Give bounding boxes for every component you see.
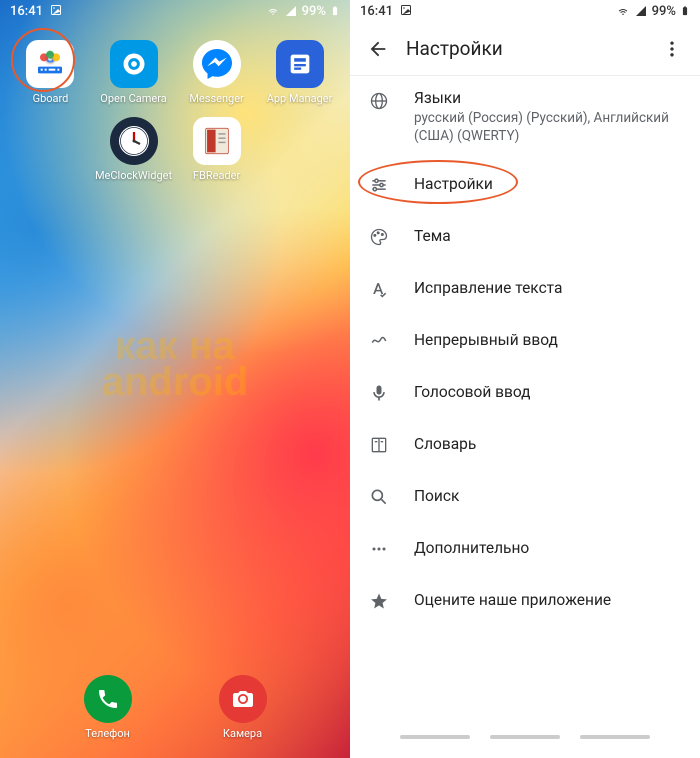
status-bar-right: 16:41 99% xyxy=(350,0,700,22)
back-button[interactable] xyxy=(356,27,400,71)
clock-icon xyxy=(110,117,158,165)
more-vert-icon xyxy=(662,39,682,59)
nav-bar xyxy=(350,716,700,758)
dock-label: Телефон xyxy=(85,727,130,740)
messenger-icon xyxy=(193,40,241,88)
wifi-icon xyxy=(266,5,280,17)
phone-home-screen: 16:41 99% как наandroid G Gboard Open Ca… xyxy=(0,0,350,758)
nav-back[interactable] xyxy=(580,735,650,739)
app-label: Gboard xyxy=(33,92,69,105)
item-title: Словарь xyxy=(414,435,684,453)
phone-icon xyxy=(84,675,132,723)
status-bar-left: 16:41 99% xyxy=(0,0,350,22)
book-icon xyxy=(366,435,392,455)
dock-phone[interactable]: Телефон xyxy=(84,675,132,740)
item-title: Тема xyxy=(414,227,684,245)
dock-label: Камера xyxy=(223,727,262,740)
wifi-icon xyxy=(616,5,630,17)
dock: Телефон Камера xyxy=(0,675,350,740)
item-title: Исправление текста xyxy=(414,279,684,297)
settings-item-glide-typing[interactable]: Непрерывный ввод xyxy=(350,314,700,366)
phone-settings-screen: 16:41 99% Настройки Языки русский (Росси… xyxy=(350,0,700,758)
battery-percent: 99% xyxy=(652,4,676,19)
item-title: Поиск xyxy=(414,487,684,505)
app-gboard[interactable]: G Gboard xyxy=(12,40,89,105)
camera-icon xyxy=(219,675,267,723)
item-title: Голосовой ввод xyxy=(414,383,684,401)
search-icon xyxy=(366,487,392,507)
app-manager[interactable]: App Manager xyxy=(261,40,338,105)
settings-item-text-correction[interactable]: Исправление текста xyxy=(350,262,700,314)
settings-item-preferences[interactable]: Настройки xyxy=(350,158,700,210)
app-label: Open Camera xyxy=(100,92,167,105)
app-manager-icon xyxy=(276,40,324,88)
app-grid: G Gboard Open Camera Messenger App Manag… xyxy=(0,22,350,182)
sliders-icon xyxy=(366,175,392,195)
status-time: 16:41 xyxy=(10,4,43,19)
settings-item-dictionary[interactable]: Словарь xyxy=(350,418,700,470)
more-horiz-icon xyxy=(366,539,392,559)
app-label: App Manager xyxy=(267,92,333,105)
dock-camera[interactable]: Камера xyxy=(219,675,267,740)
settings-item-search[interactable]: Поиск xyxy=(350,470,700,522)
app-label: FBReader xyxy=(193,169,240,182)
item-title: Настройки xyxy=(414,175,684,193)
settings-header: Настройки xyxy=(350,22,700,76)
battery-percent: 99% xyxy=(302,4,326,19)
app-label: MeClockWidget xyxy=(95,169,172,182)
app-fbreader[interactable]: FBReader xyxy=(178,117,255,182)
palette-icon xyxy=(366,227,392,247)
app-meclockwidget[interactable]: MeClockWidget xyxy=(95,117,172,182)
status-time: 16:41 xyxy=(360,4,393,19)
more-button[interactable] xyxy=(650,27,694,71)
globe-icon xyxy=(366,91,392,111)
image-icon xyxy=(400,4,412,16)
signal-icon xyxy=(284,5,298,17)
arrow-back-icon xyxy=(367,38,389,60)
fbreader-icon xyxy=(193,117,241,165)
mic-icon xyxy=(366,383,392,403)
glide-icon xyxy=(366,331,392,351)
signal-icon xyxy=(634,5,648,17)
app-messenger[interactable]: Messenger xyxy=(178,40,255,105)
settings-item-advanced[interactable]: Дополнительно xyxy=(350,522,700,574)
text-correction-icon xyxy=(366,279,392,299)
settings-list: Языки русский (Россия) (Русский), Англий… xyxy=(350,76,700,626)
nav-home[interactable] xyxy=(490,735,560,739)
item-title: Дополнительно xyxy=(414,539,684,557)
item-title: Языки xyxy=(414,89,684,107)
app-label: Messenger xyxy=(189,92,243,105)
gboard-icon: G xyxy=(26,40,74,88)
open-camera-icon xyxy=(110,40,158,88)
settings-item-rate[interactable]: Оцените наше приложение xyxy=(350,574,700,626)
item-subtitle: русский (Россия) (Русский), Английский (… xyxy=(414,109,684,145)
star-icon xyxy=(366,591,392,611)
watermark: как наandroid xyxy=(102,328,249,400)
app-open-camera[interactable]: Open Camera xyxy=(95,40,172,105)
item-title: Оцените наше приложение xyxy=(414,591,684,609)
settings-item-voice-typing[interactable]: Голосовой ввод xyxy=(350,366,700,418)
nav-recents[interactable] xyxy=(400,735,470,739)
image-icon xyxy=(50,4,62,16)
battery-icon xyxy=(330,4,340,18)
item-title: Непрерывный ввод xyxy=(414,331,684,349)
header-title: Настройки xyxy=(406,37,650,60)
battery-icon xyxy=(680,4,690,18)
settings-item-languages[interactable]: Языки русский (Россия) (Русский), Англий… xyxy=(350,76,700,158)
settings-item-theme[interactable]: Тема xyxy=(350,210,700,262)
